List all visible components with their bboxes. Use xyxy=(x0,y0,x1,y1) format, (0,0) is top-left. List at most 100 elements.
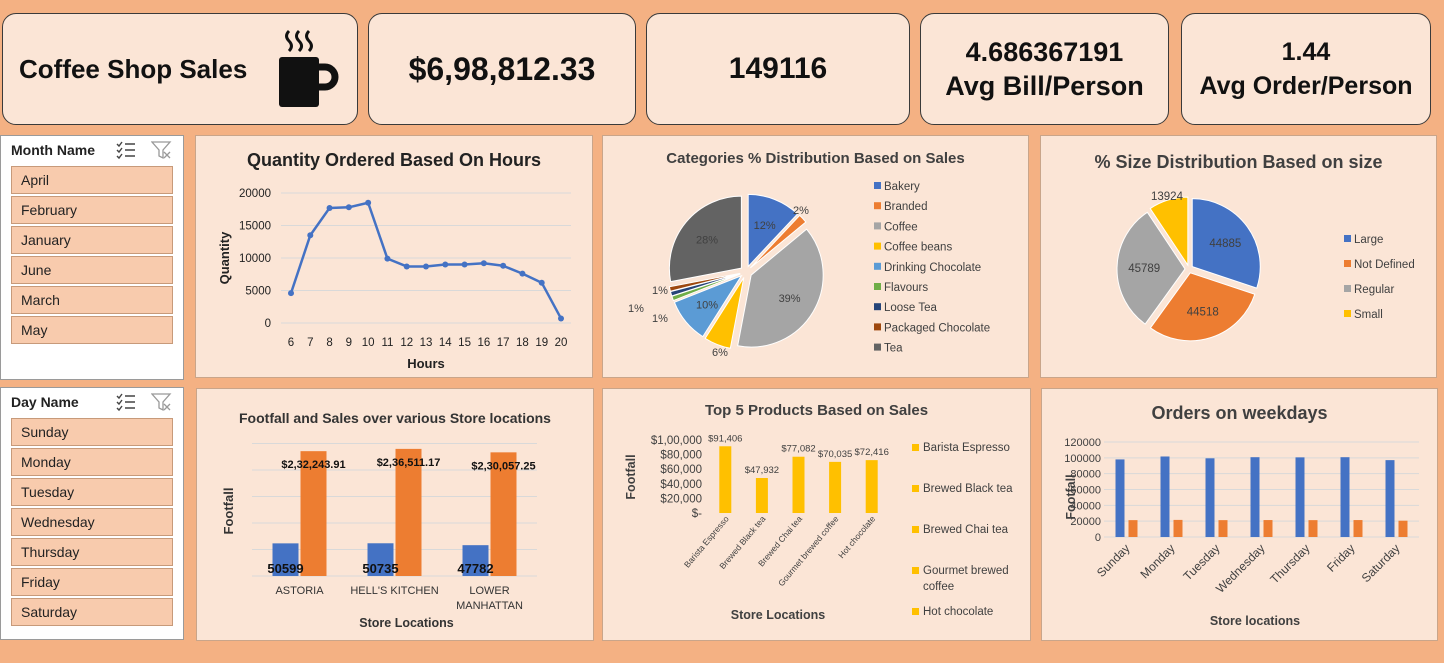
month-item-march[interactable]: March xyxy=(11,286,173,314)
y-tick-label: 10000 xyxy=(239,253,271,265)
data-point xyxy=(288,290,294,297)
x-tick-label: 11 xyxy=(381,337,393,349)
locations-chart-panel: Footfall and Sales over various Store lo… xyxy=(196,388,594,641)
x-tick-label: 15 xyxy=(458,337,471,349)
kpi-total-sales-value: $6,98,812.33 xyxy=(408,50,596,87)
month-item-february[interactable]: February xyxy=(11,196,173,224)
legend-label-bakery: Bakery xyxy=(884,181,920,193)
day-item-monday[interactable]: Monday xyxy=(11,448,173,476)
day-slicer-items: Sunday Monday Tuesday Wednesday Thursday… xyxy=(1,418,183,626)
data-point xyxy=(307,232,314,239)
bar-data-label: 50735 xyxy=(362,561,398,576)
data-point xyxy=(480,260,487,267)
x-tick-label: 10 xyxy=(362,337,375,349)
bar-data-label: $2,30,057.25 xyxy=(471,460,535,472)
y-axis-label: Footfall xyxy=(1064,474,1078,519)
bar-series2-wednesday xyxy=(1263,520,1273,537)
bar-data-label: $70,035 xyxy=(818,449,852,460)
month-item-may[interactable]: May xyxy=(11,316,173,344)
y-tick-label: 100000 xyxy=(1064,453,1101,465)
kpi-avg-bill-label: Avg Bill/Person xyxy=(945,71,1144,101)
bar-series1-tuesday xyxy=(1205,458,1215,537)
multi-select-icon[interactable] xyxy=(115,140,137,160)
legend-swatch xyxy=(874,283,881,290)
bar-hot-chocolate xyxy=(865,460,878,513)
x-tick-label: Thursday xyxy=(1267,541,1312,586)
bar-data-label: $2,32,243.91 xyxy=(281,459,345,471)
multi-select-icon[interactable] xyxy=(115,392,137,412)
y-axis-label: Footfall xyxy=(221,488,236,535)
x-axis-label: Hours xyxy=(407,356,445,371)
bar-data-label: $47,932 xyxy=(745,465,779,476)
x-tick-label: 18 xyxy=(516,337,529,349)
month-item-april[interactable]: April xyxy=(11,166,173,194)
legend-swatch xyxy=(874,182,881,189)
day-item-saturday[interactable]: Saturday xyxy=(11,598,173,626)
pie-data-label: 12% xyxy=(754,220,776,232)
pie-data-label: 6% xyxy=(712,347,728,359)
bar-data-label: 50599 xyxy=(267,561,303,576)
legend-label-hot-chocolate: Hot chocolate xyxy=(923,606,993,618)
month-item-january[interactable]: January xyxy=(11,226,173,254)
month-slicer-header: Month Name xyxy=(11,142,95,158)
x-tick-label: 7 xyxy=(307,337,313,349)
data-point xyxy=(538,279,545,286)
kpi-avg-bill-value: 4.686367191 xyxy=(965,37,1124,67)
legend-label-large: Large xyxy=(1354,234,1383,246)
x-tick-label: Wednesday xyxy=(1213,541,1268,596)
y-tick-label: $60,000 xyxy=(660,464,702,476)
bar-series1-friday xyxy=(1340,457,1350,537)
legend-swatch xyxy=(912,608,919,615)
data-point xyxy=(500,262,507,269)
bar-series2-tuesday xyxy=(1218,520,1228,537)
day-item-friday[interactable]: Friday xyxy=(11,568,173,596)
kpi-total-sales-card: $6,98,812.33 xyxy=(368,13,636,125)
legend-label-coffee-beans: Coffee beans xyxy=(884,242,952,254)
bar-data-label: $72,416 xyxy=(855,447,889,458)
bar-data-label: 47782 xyxy=(457,561,493,576)
day-item-thursday[interactable]: Thursday xyxy=(11,538,173,566)
legend-label-small: Small xyxy=(1354,309,1383,321)
coffee-mug-icon xyxy=(275,29,339,109)
legend-swatch xyxy=(874,202,881,210)
kpi-title-card: Coffee Shop Sales xyxy=(2,13,358,125)
day-item-wednesday[interactable]: Wednesday xyxy=(11,508,173,536)
legend-label-barista-espresso: Barista Espresso xyxy=(923,442,1010,454)
month-item-june[interactable]: June xyxy=(11,256,173,284)
x-tick-label: Gourmet brewed coffee xyxy=(776,514,841,589)
day-item-tuesday[interactable]: Tuesday xyxy=(11,478,173,506)
pie-data-label: 44885 xyxy=(1209,238,1241,250)
hours-chart-panel: Quantity Ordered Based On Hours 0 5000 100… xyxy=(195,135,593,378)
clear-filter-icon[interactable] xyxy=(150,392,173,412)
bar-series1-sunday xyxy=(1115,459,1125,537)
day-item-sunday[interactable]: Sunday xyxy=(11,418,173,446)
legend-label-coffee: Coffee xyxy=(884,221,918,233)
legend-label-brewed-black-tea: Brewed Black tea xyxy=(923,483,1013,495)
y-tick-label: 0 xyxy=(1095,532,1101,544)
categories-pie-chart: 12% 2% 39% 6% 10% 1% 1% 1% 28% Bakery Branded Coffe… xyxy=(628,181,990,359)
x-tick-label: HELL'S KITCHEN xyxy=(350,585,438,597)
legend-label-branded: Branded xyxy=(884,201,927,213)
clear-filter-icon[interactable] xyxy=(150,140,173,160)
pie-data-label: 2% xyxy=(793,205,809,217)
pie-data-label: 10% xyxy=(696,299,718,311)
data-point xyxy=(403,263,410,270)
x-tick-label: 6 xyxy=(288,337,294,349)
x-tick-label: 16 xyxy=(477,337,490,349)
x-tick-label: Tuesday xyxy=(1180,541,1222,583)
legend-swatch xyxy=(1344,310,1351,317)
y-tick-label: 15000 xyxy=(239,221,271,233)
weekdays-bar-chart: 020000400006000080000100000120000Sunday M… xyxy=(1064,437,1419,628)
month-slicer: Month Name April February January June M… xyxy=(0,135,184,380)
y-tick-label: $40,000 xyxy=(660,479,702,491)
bar-series2-thursday xyxy=(1308,520,1318,537)
x-tick-label: Monday xyxy=(1138,541,1178,581)
legend-swatch xyxy=(912,526,919,533)
legend-swatch xyxy=(874,323,881,331)
products-chart-panel: Top 5 Products Based on Sales $- $20,000 $… xyxy=(602,388,1031,641)
pie-data-label: 1% xyxy=(628,303,644,315)
kpi-avg-order-label: Avg Order/Person xyxy=(1199,72,1413,100)
bar-series2-sunday xyxy=(1128,520,1138,537)
bar-brewed-black-tea xyxy=(755,478,768,513)
x-axis-label: Store Locations xyxy=(731,608,826,622)
